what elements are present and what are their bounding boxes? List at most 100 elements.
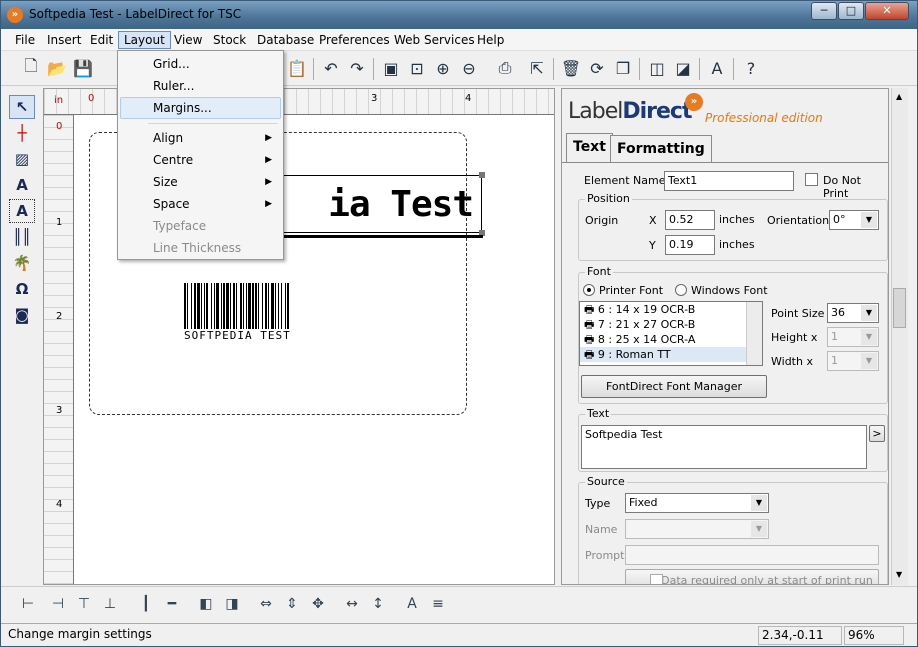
menu-layout[interactable]: Layout [118, 31, 171, 49]
text-expand-button[interactable]: > [869, 425, 885, 442]
undo-icon[interactable]: ↶ [319, 56, 343, 80]
space-horizontal-icon[interactable]: ↔ [341, 593, 363, 615]
panel-scrollbar[interactable]: ▲ ▼ [891, 88, 908, 585]
text-element[interactable]: ia Test [261, 175, 482, 233]
size-height-icon[interactable]: ◨ [221, 593, 243, 615]
centre-vertical-icon[interactable]: ┃ [135, 593, 157, 615]
send-back-icon[interactable]: ◪ [671, 56, 695, 80]
scroll-up-icon[interactable]: ▲ [896, 92, 902, 101]
barcode-element[interactable] [184, 283, 414, 330]
menu-item-ruler[interactable]: Ruler... [120, 75, 281, 97]
align-top-icon[interactable]: ⊤ [73, 593, 95, 615]
origin-x-field[interactable]: 0.52 [665, 210, 715, 230]
menu-view[interactable]: View [168, 31, 208, 49]
close-button[interactable]: ✕ [865, 2, 909, 20]
tab-text[interactable]: Text [566, 133, 613, 163]
scroll-thumb[interactable] [893, 288, 906, 328]
menu-insert[interactable]: Insert [41, 31, 87, 49]
prompt-field[interactable] [625, 545, 879, 565]
origin-y-field[interactable]: 0.19 [665, 235, 715, 255]
menu-file[interactable]: File [9, 31, 41, 49]
delete-icon[interactable]: 🗑 [559, 56, 583, 80]
source-name-select[interactable]: ▼ [625, 519, 769, 539]
printer-font-list[interactable]: 🖶 6 : 14 x 19 OCR-B 🖶 7 : 21 x 27 OCR-B … [579, 301, 763, 366]
font-list-item[interactable]: 🖶 9 : Roman TT [580, 347, 762, 362]
text-frame-tool-icon[interactable]: A [9, 199, 35, 223]
centre-label-h-icon[interactable]: ⇔ [255, 593, 277, 615]
zoom-in-icon[interactable]: ⊕ [431, 56, 455, 80]
do-not-print-checkbox[interactable] [805, 173, 818, 186]
menu-item-size[interactable]: Size ▶ [120, 171, 281, 193]
pointer-icon[interactable]: ↖ [9, 95, 35, 119]
menu-web-services[interactable]: Web Services [388, 31, 481, 49]
save-icon[interactable]: 💾 [71, 56, 95, 80]
resize-handle[interactable] [479, 172, 485, 178]
menu-edit[interactable]: Edit [84, 31, 119, 49]
new-icon[interactable]: 🗋 [19, 56, 43, 80]
menu-help[interactable]: Help [471, 31, 510, 49]
menu-stock[interactable]: Stock [207, 31, 252, 49]
export-icon[interactable]: ⇱ [525, 56, 549, 80]
menu-item-align[interactable]: Align ▶ [120, 127, 281, 149]
menu-item-margins[interactable]: Margins... [120, 97, 281, 119]
menu-preferences[interactable]: Preferences [313, 31, 396, 49]
text-tool-icon[interactable]: A [9, 173, 35, 197]
font-manager-button[interactable]: FontDirect Font Manager [581, 375, 767, 398]
align-right-icon[interactable]: ⊣ [47, 593, 69, 615]
font-list-item[interactable]: 🖶 8 : 25 x 14 OCR-A [580, 332, 762, 347]
height-multiplier-select[interactable]: 1 ▼ [827, 327, 879, 347]
source-type-select[interactable]: Fixed ▼ [625, 493, 769, 513]
image-tool-icon[interactable]: 🌴 [9, 251, 35, 275]
box-tool-icon[interactable]: ▨ [9, 147, 35, 171]
text-value-field[interactable]: Softpedia Test [581, 425, 867, 469]
redo-icon[interactable]: ↷ [345, 56, 369, 80]
minimize-button[interactable]: ─ [811, 2, 837, 20]
centre-label-both-icon[interactable]: ✥ [307, 593, 329, 615]
barcode-tool-icon[interactable]: ║║ [9, 225, 35, 249]
centre-label-v-icon[interactable]: ⇕ [281, 593, 303, 615]
line-element[interactable] [261, 235, 483, 238]
data-required-checkbox[interactable] [650, 574, 663, 584]
open-icon[interactable]: 📂 [45, 56, 69, 80]
paste-icon[interactable]: 📋 [285, 56, 309, 80]
menu-item-centre[interactable]: Centre ▶ [120, 149, 281, 171]
menu-item-typeface[interactable]: Typeface [120, 215, 281, 237]
maximize-button[interactable]: □ [838, 2, 864, 20]
point-size-select[interactable]: 36 ▼ [827, 303, 879, 323]
printer-font-radio[interactable] [583, 284, 595, 296]
menu-item-space[interactable]: Space ▶ [120, 193, 281, 215]
orientation-select[interactable]: 0° ▼ [829, 210, 879, 230]
size-width-icon[interactable]: ◧ [195, 593, 217, 615]
counter-tool-icon[interactable]: ◙ [9, 303, 35, 327]
font-list-scrollbar[interactable] [746, 302, 762, 365]
copy-icon[interactable]: ❐ [611, 56, 635, 80]
symbol-tool-icon[interactable]: Ω [9, 277, 35, 301]
help-icon[interactable]: ? [739, 56, 763, 80]
centre-horizontal-icon[interactable]: ━ [161, 593, 183, 615]
align-left-icon[interactable]: ⊢ [17, 593, 39, 615]
bring-front-icon[interactable]: ◫ [645, 56, 669, 80]
menu-item-line-thickness[interactable]: Line Thickness [120, 237, 281, 259]
zoom-fit-icon[interactable]: ▣ [379, 56, 403, 80]
menu-database[interactable]: Database [251, 31, 320, 49]
menu-item-grid[interactable]: Grid... [120, 53, 281, 75]
font-list-item[interactable]: 🖶 7 : 21 x 27 OCR-B [580, 317, 762, 332]
line-thickness-icon[interactable]: ≡ [427, 593, 449, 615]
align-bottom-icon[interactable]: ⊥ [99, 593, 121, 615]
data-required-option[interactable]: Data required only at start of print run [625, 569, 879, 584]
refresh-icon[interactable]: ⟳ [585, 56, 609, 80]
typeface-icon[interactable]: A [401, 593, 423, 615]
font-list-item[interactable]: 🖶 6 : 14 x 19 OCR-B [580, 302, 762, 317]
space-vertical-icon[interactable]: ↕ [367, 593, 389, 615]
zoom-out-icon[interactable]: ⊖ [457, 56, 481, 80]
font-manager-icon[interactable]: A [705, 56, 729, 80]
scroll-down-icon[interactable]: ▼ [896, 570, 902, 579]
width-multiplier-select[interactable]: 1 ▼ [827, 351, 879, 371]
tab-formatting[interactable]: Formatting [610, 135, 712, 163]
element-name-field[interactable]: Text1 [664, 171, 794, 191]
zoom-actual-icon[interactable]: ⊡ [405, 56, 429, 80]
line-tool-icon[interactable]: ┼ [9, 121, 35, 145]
windows-font-radio[interactable] [675, 284, 687, 296]
print-icon[interactable]: ⎙ [493, 56, 517, 80]
toolbar-separator [699, 58, 700, 80]
